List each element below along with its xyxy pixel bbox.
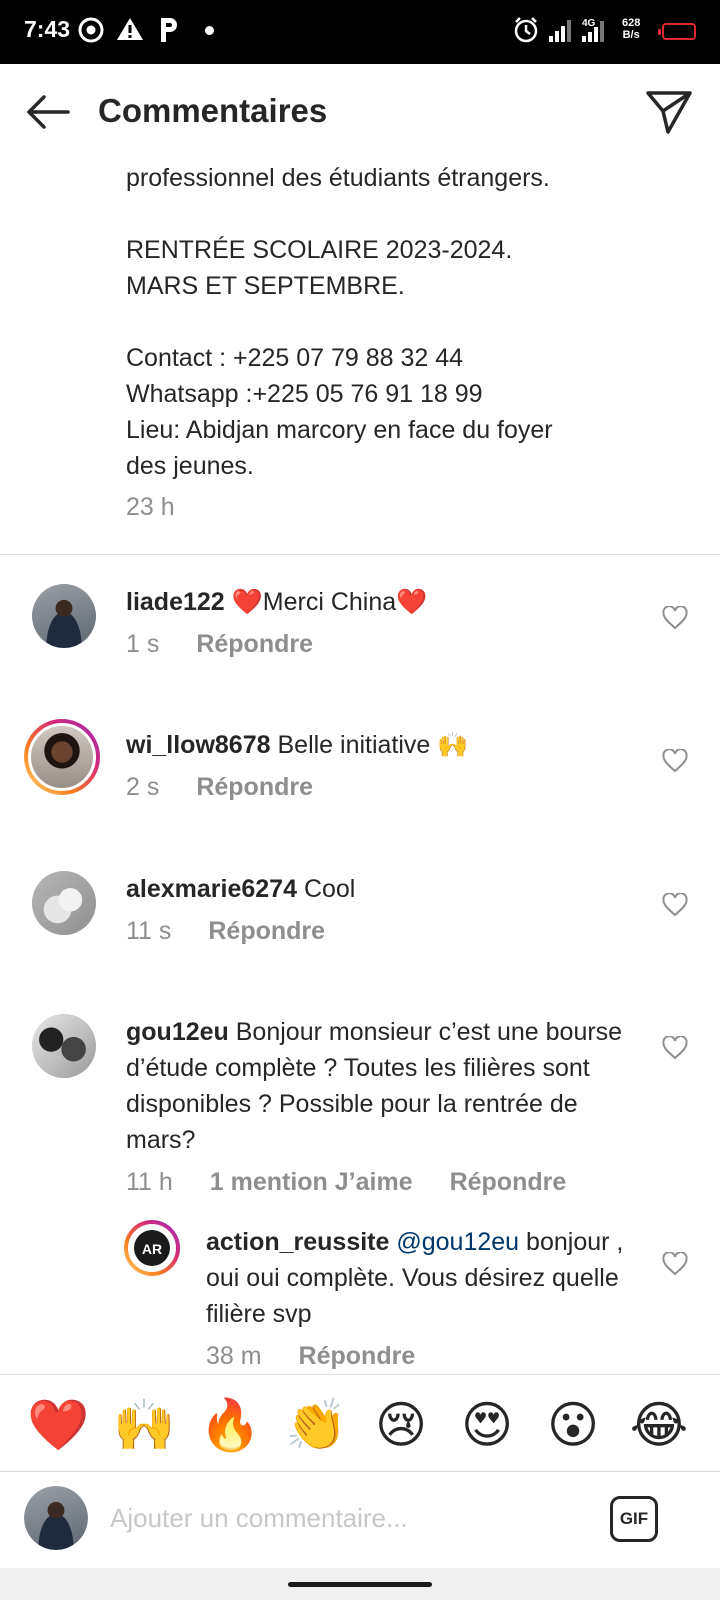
comment-time: 38 m bbox=[206, 1342, 262, 1370]
reply-button[interactable]: Répondre bbox=[208, 917, 325, 945]
svg-text:4G: 4G bbox=[582, 18, 596, 29]
comment-meta: 11 h 1 mention J’aime Répondre bbox=[126, 1164, 626, 1200]
gif-button[interactable]: GIF bbox=[610, 1496, 658, 1542]
comment-time: 1 s bbox=[126, 630, 160, 658]
caption-line bbox=[126, 196, 686, 232]
avatar[interactable] bbox=[24, 719, 100, 795]
signal-icon bbox=[549, 20, 571, 42]
emoji-heart-eyes[interactable]: 😍 bbox=[457, 1395, 517, 1455]
caption-line: MARS ET SEPTEMBRE. bbox=[126, 272, 405, 300]
comment-username[interactable]: wi_llow8678 bbox=[126, 731, 271, 759]
mention-link[interactable]: @gou12eu bbox=[396, 1228, 519, 1256]
status-bar: 7:43 4G 628 B/s bbox=[0, 0, 720, 64]
like-heart-icon[interactable] bbox=[662, 1036, 688, 1060]
comment-username[interactable]: action_reussite bbox=[206, 1228, 389, 1256]
caption-line bbox=[126, 304, 686, 340]
comment-meta: 11 s Répondre bbox=[126, 913, 626, 949]
avatar bbox=[24, 1486, 88, 1550]
chrome-icon bbox=[78, 17, 104, 43]
emoji-raising-hands[interactable]: 🙌 bbox=[113, 1395, 175, 1455]
caption-line: Contact : +225 07 79 88 32 44 bbox=[126, 344, 464, 372]
caption-timestamp: 23 h bbox=[126, 493, 175, 521]
like-heart-icon[interactable] bbox=[662, 606, 688, 630]
caption-line: professionnel des étudiants étrangers. bbox=[126, 164, 550, 192]
comment-username[interactable]: alexmarie6274 bbox=[126, 875, 297, 903]
reply-button[interactable]: Répondre bbox=[196, 630, 313, 658]
parking-icon bbox=[161, 18, 177, 42]
notification-dot bbox=[205, 26, 214, 35]
divider bbox=[0, 554, 720, 555]
emoji-reaction-bar: ❤️ 🙌 🔥 👏 😢 😍 😮 😂 bbox=[0, 1374, 720, 1472]
heart-emoji: ❤️ bbox=[231, 588, 263, 616]
reply-button[interactable]: Répondre bbox=[450, 1168, 567, 1196]
emoji-crying[interactable]: 😢 bbox=[371, 1395, 431, 1455]
comment-time: 11 h bbox=[126, 1168, 173, 1196]
comment-text: Merci China bbox=[262, 588, 397, 616]
likes-count[interactable]: 1 mention J’aime bbox=[210, 1168, 413, 1196]
home-gesture-handle[interactable] bbox=[288, 1582, 432, 1587]
comment-text: Belle initiative 🙌 bbox=[277, 731, 469, 759]
comment-body: gou12eu Bonjour monsieur c’est une bours… bbox=[126, 1014, 626, 1158]
comment-meta: 38 m Répondre bbox=[206, 1338, 626, 1374]
caption-line: RENTRÉE SCOLAIRE 2023-2024. bbox=[126, 236, 513, 264]
comment-meta: 1 s Répondre bbox=[126, 626, 626, 662]
signal-4g-icon: 4G bbox=[582, 18, 604, 42]
page-title: Commentaires bbox=[98, 92, 328, 129]
comment-body: wi_llow8678 Belle initiative 🙌 bbox=[126, 727, 626, 763]
avatar[interactable] bbox=[32, 1014, 96, 1078]
like-heart-icon[interactable] bbox=[662, 1252, 688, 1276]
brand-logo: AR bbox=[134, 1230, 170, 1266]
network-speed: 628 B/s bbox=[622, 17, 641, 41]
battery-icon bbox=[658, 23, 696, 40]
caption-line: des jeunes. bbox=[126, 452, 254, 480]
post-caption: professionnel des étudiants étrangers. R… bbox=[126, 160, 686, 484]
alarm-icon bbox=[514, 17, 538, 43]
status-time: 7:43 bbox=[24, 16, 71, 42]
comment-meta: 2 s Répondre bbox=[126, 769, 626, 805]
comment-username[interactable]: gou12eu bbox=[126, 1018, 229, 1046]
comment-body: liade122 ❤️Merci China❤️ bbox=[126, 584, 626, 620]
reply-button[interactable]: Répondre bbox=[196, 773, 313, 801]
like-heart-icon[interactable] bbox=[662, 893, 688, 917]
comment-composer: GIF bbox=[0, 1472, 720, 1568]
header: Commentaires bbox=[0, 64, 720, 160]
emoji-clapping[interactable]: 👏 bbox=[285, 1395, 347, 1455]
emoji-heart[interactable]: ❤️ bbox=[27, 1395, 89, 1455]
comment-input[interactable] bbox=[110, 1494, 570, 1542]
avatar[interactable] bbox=[32, 584, 96, 648]
avatar[interactable] bbox=[32, 871, 96, 935]
heart-emoji: ❤️ bbox=[396, 588, 428, 616]
comment-time: 2 s bbox=[126, 773, 160, 801]
emoji-surprised[interactable]: 😮 bbox=[543, 1395, 603, 1455]
comment-time: 11 s bbox=[126, 917, 172, 945]
send-icon[interactable] bbox=[644, 86, 694, 136]
system-nav-bar bbox=[0, 1568, 720, 1600]
emoji-fire[interactable]: 🔥 bbox=[199, 1395, 261, 1455]
comment-body: alexmarie6274 Cool bbox=[126, 871, 626, 907]
comment-username[interactable]: liade122 bbox=[126, 588, 225, 616]
emoji-laughing[interactable]: 😂 bbox=[629, 1395, 689, 1455]
comment-body: action_reussite @gou12eu bonjour , oui o… bbox=[206, 1224, 626, 1332]
caption-line: Whatsapp :+225 05 76 91 18 99 bbox=[126, 380, 483, 408]
comment-text: Cool bbox=[303, 875, 356, 903]
like-heart-icon[interactable] bbox=[662, 749, 688, 773]
caption-line: Lieu: Abidjan marcory en face du foyer bbox=[126, 416, 553, 444]
avatar[interactable]: AR bbox=[124, 1220, 180, 1276]
reply-button[interactable]: Répondre bbox=[299, 1342, 416, 1370]
warning-icon bbox=[117, 18, 143, 40]
back-arrow-icon[interactable] bbox=[24, 88, 72, 136]
